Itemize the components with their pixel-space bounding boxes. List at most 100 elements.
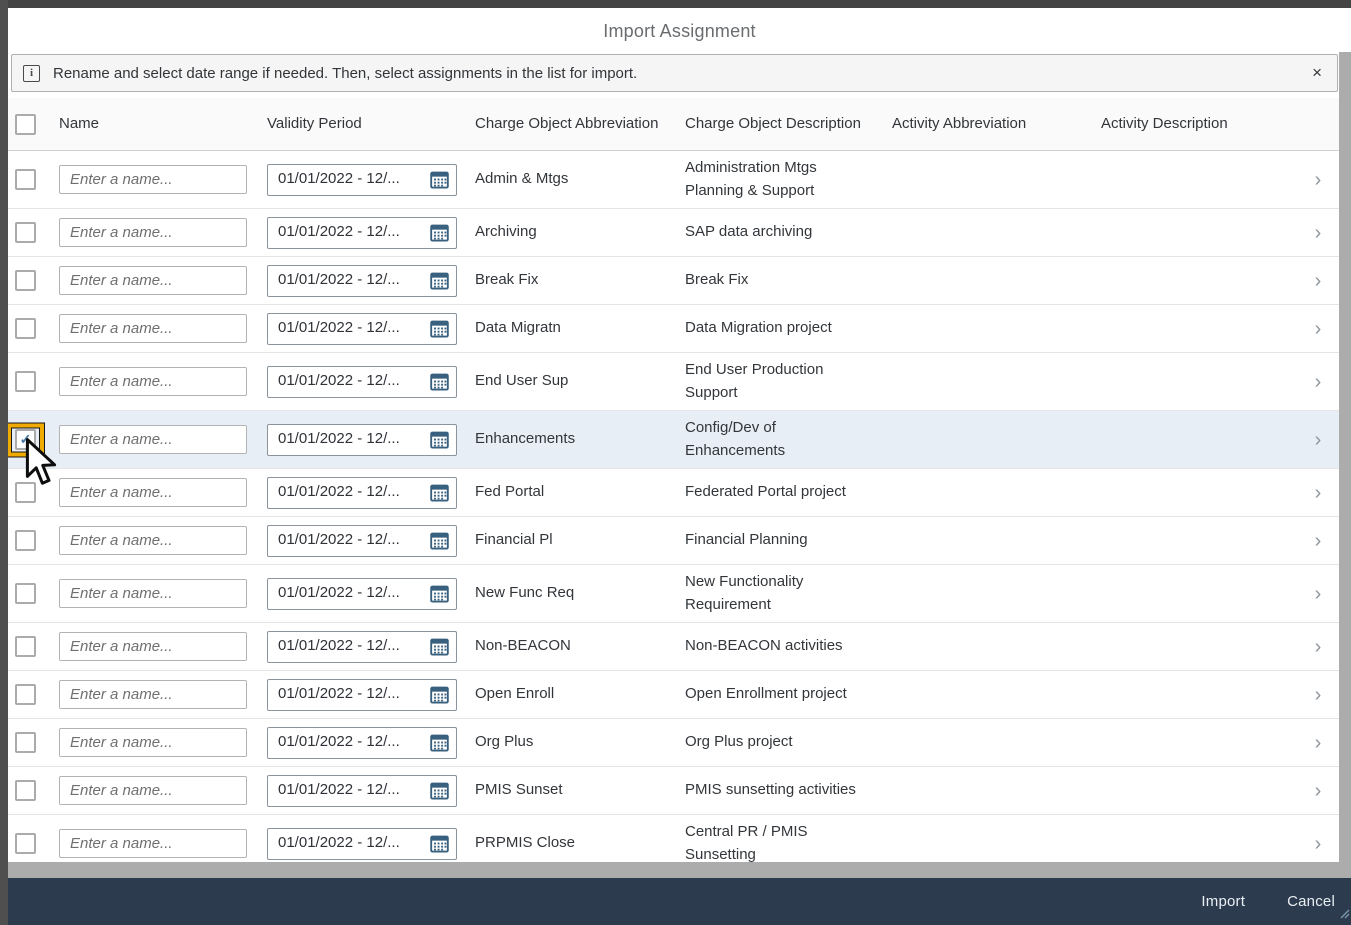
row-checkbox[interactable] [15, 318, 36, 339]
close-icon[interactable]: × [1307, 63, 1327, 83]
activity-description-cell [1093, 151, 1297, 208]
row-checkbox[interactable] [15, 583, 36, 604]
chevron-right-icon[interactable]: › [1315, 531, 1322, 551]
validity-period-input[interactable]: 01/01/2022 - 12/... [267, 424, 457, 456]
validity-period-input[interactable]: 01/01/2022 - 12/... [267, 477, 457, 509]
chevron-right-icon[interactable]: › [1315, 685, 1322, 705]
validity-period-input[interactable]: 01/01/2022 - 12/... [267, 578, 457, 610]
chevron-right-icon[interactable]: › [1315, 781, 1322, 801]
calendar-icon[interactable] [430, 584, 449, 603]
row-checkbox[interactable] [15, 732, 36, 753]
validity-period-input[interactable]: 01/01/2022 - 12/... [267, 366, 457, 398]
chevron-right-icon[interactable]: › [1315, 372, 1322, 392]
calendar-icon[interactable] [430, 170, 449, 189]
chevron-right-icon[interactable]: › [1315, 319, 1322, 339]
row-checkbox[interactable] [15, 833, 36, 854]
calendar-icon[interactable] [430, 430, 449, 449]
row-checkbox[interactable] [15, 530, 36, 551]
activity-abbreviation-cell [884, 305, 1093, 352]
select-all-checkbox[interactable] [15, 114, 36, 135]
row-checkbox[interactable] [15, 482, 36, 503]
row-checkbox[interactable]: ✓ [15, 429, 36, 450]
row-checkbox[interactable] [15, 222, 36, 243]
chevron-right-icon[interactable]: › [1315, 733, 1322, 753]
row-checkbox[interactable] [15, 684, 36, 705]
name-input[interactable] [59, 680, 247, 709]
name-input[interactable] [59, 314, 247, 343]
calendar-icon[interactable] [430, 223, 449, 242]
charge-object-description-cell: End User Production Support [677, 353, 884, 410]
charge-object-abbreviation-cell: Admin & Mtgs [467, 151, 677, 208]
name-input[interactable] [59, 478, 247, 507]
chevron-right-icon[interactable]: › [1315, 170, 1322, 190]
row-checkbox[interactable] [15, 169, 36, 190]
calendar-icon[interactable] [430, 733, 449, 752]
validity-period-input[interactable]: 01/01/2022 - 12/... [267, 525, 457, 557]
row-checkbox[interactable] [15, 636, 36, 657]
name-input[interactable] [59, 579, 247, 608]
chevron-right-icon[interactable]: › [1315, 584, 1322, 604]
calendar-icon[interactable] [430, 834, 449, 853]
import-button[interactable]: Import [1201, 893, 1245, 910]
name-input[interactable] [59, 728, 247, 757]
row-detail-cell: › [1297, 719, 1339, 766]
name-input[interactable] [59, 829, 247, 858]
calendar-icon[interactable] [430, 637, 449, 656]
charge-object-abbreviation-cell: End User Sup [467, 353, 677, 410]
activity-description-cell [1093, 305, 1297, 352]
calendar-icon[interactable] [430, 781, 449, 800]
validity-cell: 01/01/2022 - 12/... [259, 257, 467, 304]
calendar-icon[interactable] [430, 531, 449, 550]
activity-description-cell [1093, 719, 1297, 766]
name-cell [51, 767, 259, 814]
row-checkbox[interactable] [15, 780, 36, 801]
name-input[interactable] [59, 218, 247, 247]
calendar-icon[interactable] [430, 319, 449, 338]
row-checkbox[interactable] [15, 371, 36, 392]
calendar-icon[interactable] [430, 372, 449, 391]
charge-object-abbreviation-cell: Enhancements [467, 411, 677, 468]
chevron-right-icon[interactable]: › [1315, 430, 1322, 450]
calendar-icon[interactable] [430, 271, 449, 290]
table-header-row: Name Validity Period Charge Object Abbre… [8, 98, 1339, 151]
calendar-icon[interactable] [430, 685, 449, 704]
resize-grip-icon[interactable] [1338, 906, 1350, 924]
validity-period-input[interactable]: 01/01/2022 - 12/... [267, 631, 457, 663]
validity-period-input[interactable]: 01/01/2022 - 12/... [267, 828, 457, 860]
row-checkbox[interactable] [15, 270, 36, 291]
table-row: 01/01/2022 - 12/... Open Enroll Open Enr… [8, 671, 1339, 719]
cancel-button[interactable]: Cancel [1287, 893, 1335, 910]
chevron-right-icon[interactable]: › [1315, 834, 1322, 854]
row-detail-cell: › [1297, 411, 1339, 468]
column-header-spacer [1297, 98, 1339, 150]
row-detail-cell: › [1297, 815, 1339, 862]
chevron-right-icon[interactable]: › [1315, 271, 1322, 291]
validity-period-input[interactable]: 01/01/2022 - 12/... [267, 679, 457, 711]
horizontal-scrollbar[interactable] [8, 862, 1339, 878]
validity-period-input[interactable]: 01/01/2022 - 12/... [267, 164, 457, 196]
name-input[interactable] [59, 165, 247, 194]
vertical-scrollbar[interactable] [1339, 52, 1351, 878]
activity-abbreviation-cell [884, 565, 1093, 622]
name-input[interactable] [59, 367, 247, 396]
validity-period-input[interactable]: 01/01/2022 - 12/... [267, 727, 457, 759]
calendar-icon[interactable] [430, 483, 449, 502]
name-input[interactable] [59, 632, 247, 661]
validity-period-input[interactable]: 01/01/2022 - 12/... [267, 313, 457, 345]
validity-period-input[interactable]: 01/01/2022 - 12/... [267, 775, 457, 807]
validity-period-input[interactable]: 01/01/2022 - 12/... [267, 217, 457, 249]
activity-description-cell [1093, 565, 1297, 622]
name-input[interactable] [59, 526, 247, 555]
name-input[interactable] [59, 425, 247, 454]
activity-abbreviation-cell [884, 257, 1093, 304]
activity-description-cell [1093, 411, 1297, 468]
table-row: 01/01/2022 - 12/... PMIS Sunset PMIS sun… [8, 767, 1339, 815]
column-header-charge-object-description: Charge Object Description [677, 98, 884, 150]
validity-period-input[interactable]: 01/01/2022 - 12/... [267, 265, 457, 297]
info-icon: i [23, 65, 40, 82]
chevron-right-icon[interactable]: › [1315, 483, 1322, 503]
name-input[interactable] [59, 776, 247, 805]
name-input[interactable] [59, 266, 247, 295]
chevron-right-icon[interactable]: › [1315, 223, 1322, 243]
chevron-right-icon[interactable]: › [1315, 637, 1322, 657]
